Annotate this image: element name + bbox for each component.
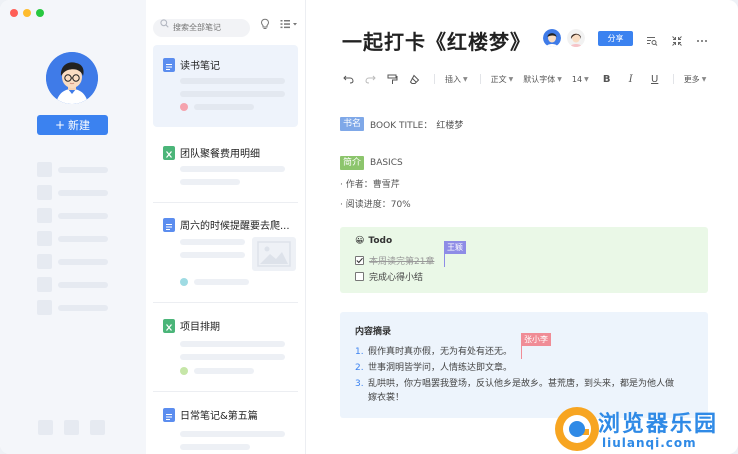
list-item-note[interactable]: 周六的时候提醒要去爬... [153,205,298,297]
note-editor: 一起打卡《红楼梦》 分享 插入 ▼ 正文 ▼ 默认字体 ▼ 14 ▼ B I U… [307,0,738,454]
image-thumbnail [252,237,296,271]
note-title: 项目排期 [180,322,220,333]
excerpt-item-continued: 嫁衣裳！ [368,393,405,403]
author-line[interactable]: · 作者：曹雪芹 [340,177,400,190]
collaborator-avatar[interactable] [543,29,561,47]
sidebar-item-placeholder[interactable] [37,162,108,177]
basics-label: BASICS [370,158,403,168]
collaborator-avatar[interactable] [567,29,585,47]
app-window: + 新建 搜索全部笔记 读书笔记 团队聚餐费用明细 周六的时候提醒要去爬... … [0,0,738,454]
color-label-dot [180,367,188,375]
new-note-label: 新建 [68,119,91,132]
document-title[interactable]: 一起打卡《红楼梦》 [342,26,531,55]
sidebar-item-placeholder[interactable] [37,300,108,315]
todo-item-text: 完成心得小结 [369,273,424,283]
list-item-note-active[interactable]: 读书笔记 [153,45,298,127]
font-family-dropdown[interactable]: 默认字体 ▼ [523,72,562,86]
sidebar-item-placeholder[interactable] [37,277,108,292]
todo-item-text: 本周读完第21章 [369,257,435,267]
smile-emoji-icon: 😀 [355,236,365,246]
note-title: 团队聚餐费用明细 [180,149,260,160]
todo-block[interactable]: 😀 Todo 本周读完第21章 完成心得小结 王颖 [340,227,708,293]
basics-tag: 简介 [340,156,365,170]
excerpt-item[interactable]: 3. 乱哄哄，你方唱罢我登场，反认他乡是故乡。甚荒唐，到头来，都是为他人做 [355,378,705,391]
minimize-window-button[interactable] [23,9,31,17]
undo-icon[interactable] [342,72,354,86]
excerpt-item[interactable]: 1. 假作真时真亦假，无为有处有还无。 [355,346,512,359]
redo-icon[interactable] [364,72,376,86]
book-title-value: 红楼梦 [436,120,464,131]
reading-progress-line[interactable]: · 阅读进度：70% [340,197,411,210]
collaborator-cursor-label: 王颖 [444,241,466,254]
document-icon [163,217,175,232]
todo-item-checked[interactable]: 本周读完第21章 [355,254,434,267]
sidebar-item-placeholder[interactable] [37,254,108,269]
underline-button[interactable]: U [649,72,661,86]
checkbox-checked[interactable] [355,256,364,265]
bold-button[interactable]: B [601,72,613,86]
color-label-dot [180,103,188,111]
user-avatar[interactable] [46,52,98,104]
sidebar-item-placeholder[interactable] [37,231,108,246]
search-box[interactable] [153,15,250,37]
collaborator-avatars [543,29,585,47]
clear-format-icon[interactable] [408,72,420,86]
todo-heading: Todo [368,236,393,246]
sort-list-icon[interactable] [280,19,298,29]
search-icon [160,19,169,28]
collaborator-cursor-label: 张小李 [521,333,551,346]
book-title-line[interactable]: 书名 BOOK TITLE： 红楼梦 [340,117,463,131]
sidebar-item-placeholder[interactable] [37,208,108,223]
todo-item[interactable]: 完成心得小结 [355,270,423,283]
lightbulb-icon[interactable] [259,18,271,30]
checkbox[interactable] [355,272,364,281]
note-title: 周六的时候提醒要去爬... [180,221,290,232]
more-options-icon[interactable] [696,32,708,44]
basics-heading[interactable]: 简介 BASICS [340,156,403,170]
sidebar-item-placeholder[interactable] [37,185,108,200]
insert-dropdown[interactable]: 插入 ▼ [445,72,468,86]
font-size-dropdown[interactable]: 14 ▼ [572,72,589,86]
list-item-note[interactable]: 团队聚餐费用明细 [153,133,298,203]
italic-button[interactable]: I [625,72,637,86]
excerpt-block[interactable]: 内容摘录 1. 假作真时真亦假，无为有处有还无。 2. 世事洞明皆学问，人情练达即文… [340,312,708,418]
spreadsheet-icon [163,145,175,160]
close-window-button[interactable] [10,9,18,17]
footer-button[interactable] [64,420,79,435]
window-controls [10,9,44,17]
watermark-text: 浏览器乐园 [598,412,719,437]
list-item-note[interactable]: 日常笔记&第五篇 [153,395,298,454]
excerpt-heading: 内容摘录 [355,327,392,337]
find-replace-icon[interactable] [646,32,658,46]
document-icon [163,407,175,422]
sidebar-footer [38,420,105,435]
new-note-button[interactable]: + 新建 [37,115,108,135]
list-item-note[interactable]: 项目排期 [153,306,298,386]
collapse-icon[interactable] [671,32,683,46]
formatting-toolbar: 插入 ▼ 正文 ▼ 默认字体 ▼ 14 ▼ B I U 更多 ▼ [342,72,706,86]
excerpt-item[interactable]: 2. 世事洞明皆学问，人情练达即文章。 [355,362,512,375]
header-actions [646,32,708,46]
note-title: 日常笔记&第五篇 [180,411,258,422]
document-icon [163,57,175,72]
color-label-dot [180,278,188,286]
more-formatting-dropdown[interactable]: 更多 ▼ [684,72,707,86]
plus-icon: + [54,118,66,132]
paragraph-style-dropdown[interactable]: 正文 ▼ [491,72,514,86]
spreadsheet-icon [163,318,175,333]
book-tag: 书名 [340,117,365,131]
note-title: 读书笔记 [180,61,220,72]
format-painter-icon[interactable] [386,72,398,86]
left-sidebar: + 新建 [0,0,146,454]
zoom-window-button[interactable] [36,9,44,17]
footer-button[interactable] [38,420,53,435]
book-title-label: BOOK TITLE： [370,120,433,131]
share-button[interactable]: 分享 [598,31,633,46]
watermark-url: liulanqi.com [602,436,697,450]
note-list-panel: 读书笔记 团队聚餐费用明细 周六的时候 [146,0,306,454]
footer-button[interactable] [90,420,105,435]
